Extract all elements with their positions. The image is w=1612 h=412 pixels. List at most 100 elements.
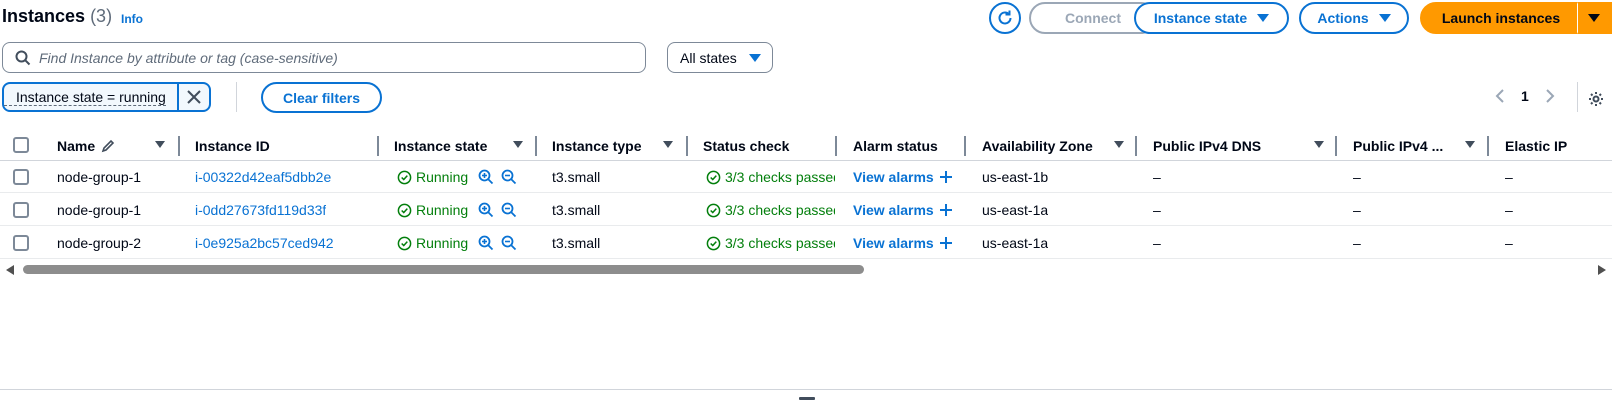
scroll-right-arrow[interactable] <box>1598 265 1606 275</box>
plus-icon[interactable] <box>939 237 952 249</box>
column-separator[interactable] <box>535 136 537 156</box>
cell-instance-id[interactable]: i-00322d42eaf5dbb2e <box>195 161 331 193</box>
sort-icon[interactable] <box>513 141 523 148</box>
page-title-text: Instances <box>2 6 86 26</box>
row-checkbox[interactable] <box>13 202 29 218</box>
cell-public-ipv4: – <box>1353 235 1361 251</box>
column-label: Availability Zone <box>982 137 1093 154</box>
filter-token-label[interactable]: Instance state = running <box>4 89 166 106</box>
column-separator[interactable] <box>377 136 379 156</box>
pencil-icon[interactable] <box>101 139 115 153</box>
instance-state-label: Instance state <box>1153 10 1248 26</box>
view-alarms-link[interactable]: View alarms <box>853 161 952 193</box>
launch-instances-dropdown[interactable] <box>1577 2 1612 34</box>
view-alarms-link[interactable]: View alarms <box>853 194 952 226</box>
row-checkbox[interactable] <box>13 235 29 251</box>
table-row[interactable]: node-group-2 i-0e925a2bc57ced942 Running… <box>0 227 1612 259</box>
zoom-out-icon[interactable] <box>501 235 517 251</box>
column-header-status-check[interactable]: Status check <box>703 130 789 161</box>
column-label: Status check <box>703 137 790 154</box>
cell-public-ipv4: – <box>1353 202 1361 218</box>
column-header-alarm-status[interactable]: Alarm status <box>853 130 938 161</box>
sort-icon[interactable] <box>155 141 165 148</box>
cell-public-ipv4: – <box>1353 169 1361 185</box>
row-checkbox[interactable] <box>13 169 29 185</box>
state-label: Running <box>416 169 469 185</box>
cell-public-dns: – <box>1153 235 1161 251</box>
column-separator[interactable] <box>178 136 180 156</box>
column-header-instance-type[interactable]: Instance type <box>552 130 641 161</box>
view-alarms-label: View alarms <box>853 202 934 218</box>
search-icon <box>15 50 31 65</box>
chevron-left-icon[interactable] <box>1495 89 1505 103</box>
zoom-in-icon[interactable] <box>478 235 494 251</box>
column-label: Instance state <box>394 137 488 154</box>
column-separator[interactable] <box>1135 136 1137 156</box>
column-separator[interactable] <box>686 136 688 156</box>
info-link[interactable]: Info <box>121 12 143 26</box>
search-field[interactable] <box>2 42 646 73</box>
remove-filter-button[interactable] <box>177 82 209 112</box>
state-filter-select[interactable]: All states <box>667 42 773 73</box>
column-header-public-ipv4-dns[interactable]: Public IPv4 DNS <box>1153 130 1261 161</box>
column-header-name[interactable]: Name <box>57 130 115 161</box>
refresh-button[interactable] <box>989 2 1021 34</box>
check-circle-icon <box>397 236 412 250</box>
toolbar-divider <box>236 82 237 112</box>
cell-elastic-ip: – <box>1505 169 1513 185</box>
zoom-in-icon[interactable] <box>478 169 494 185</box>
cell-instance-id[interactable]: i-0e925a2bc57ced942 <box>195 227 334 259</box>
pagination: 1 <box>1495 88 1555 104</box>
view-alarms-link[interactable]: View alarms <box>853 227 952 259</box>
cell-instance-id[interactable]: i-0dd27673fd119d33f <box>195 194 326 226</box>
refresh-icon <box>998 10 1012 25</box>
column-header-availability-zone[interactable]: Availability Zone <box>982 130 1093 161</box>
sort-icon[interactable] <box>1114 141 1124 148</box>
zoom-out-icon[interactable] <box>501 169 517 185</box>
column-header-elastic-ip[interactable]: Elastic IP <box>1505 130 1567 161</box>
plus-icon[interactable] <box>939 204 952 216</box>
column-header-public-ipv4[interactable]: Public IPv4 ... <box>1353 130 1443 161</box>
page-number[interactable]: 1 <box>1521 88 1529 104</box>
plus-icon[interactable] <box>939 171 952 183</box>
caret-down-icon <box>1378 14 1391 22</box>
sort-icon[interactable] <box>1314 141 1324 148</box>
cell-instance-type: t3.small <box>552 202 601 218</box>
cell-instance-state: Running <box>397 194 517 226</box>
zoom-out-icon[interactable] <box>501 202 517 218</box>
table-header: Name Instance ID Instance state Instance… <box>0 130 1612 161</box>
table-row[interactable]: node-group-1 i-00322d42eaf5dbb2e Running… <box>0 161 1612 193</box>
column-separator[interactable] <box>835 136 837 156</box>
cell-instance-state: Running <box>397 161 517 193</box>
select-all-checkbox[interactable] <box>13 137 29 153</box>
connect-label: Connect <box>1065 10 1121 26</box>
scroll-left-arrow[interactable] <box>6 265 14 275</box>
actions-button[interactable]: Actions <box>1299 2 1409 34</box>
pager-divider <box>1577 82 1578 112</box>
zoom-in-icon[interactable] <box>478 202 494 218</box>
cell-public-dns: – <box>1153 202 1161 218</box>
horizontal-scrollbar[interactable] <box>0 262 1612 278</box>
scroll-thumb[interactable] <box>23 265 864 274</box>
chevron-right-icon[interactable] <box>1545 89 1555 103</box>
column-separator[interactable] <box>1335 136 1337 156</box>
resize-handle[interactable] <box>799 397 815 400</box>
cell-instance-type: t3.small <box>552 169 601 185</box>
column-label: Elastic IP <box>1505 137 1568 154</box>
cell-instance-type: t3.small <box>552 235 601 251</box>
column-header-instance-id[interactable]: Instance ID <box>195 130 270 161</box>
close-icon <box>187 90 201 104</box>
sort-icon[interactable] <box>1465 141 1475 148</box>
settings-button[interactable] <box>1588 91 1604 110</box>
filter-token[interactable]: Instance state = running <box>2 82 211 112</box>
table-row[interactable]: node-group-1 i-0dd27673fd119d33f Running… <box>0 194 1612 226</box>
page-title: Instances (3) <box>2 6 112 27</box>
instance-state-button[interactable]: Instance state <box>1134 2 1289 34</box>
column-header-instance-state[interactable]: Instance state <box>394 130 487 161</box>
clear-filters-button[interactable]: Clear filters <box>261 82 382 113</box>
column-separator[interactable] <box>1487 136 1489 156</box>
sort-icon[interactable] <box>663 141 673 148</box>
column-label: Name <box>57 137 96 154</box>
search-input[interactable] <box>39 49 619 66</box>
column-separator[interactable] <box>964 136 966 156</box>
